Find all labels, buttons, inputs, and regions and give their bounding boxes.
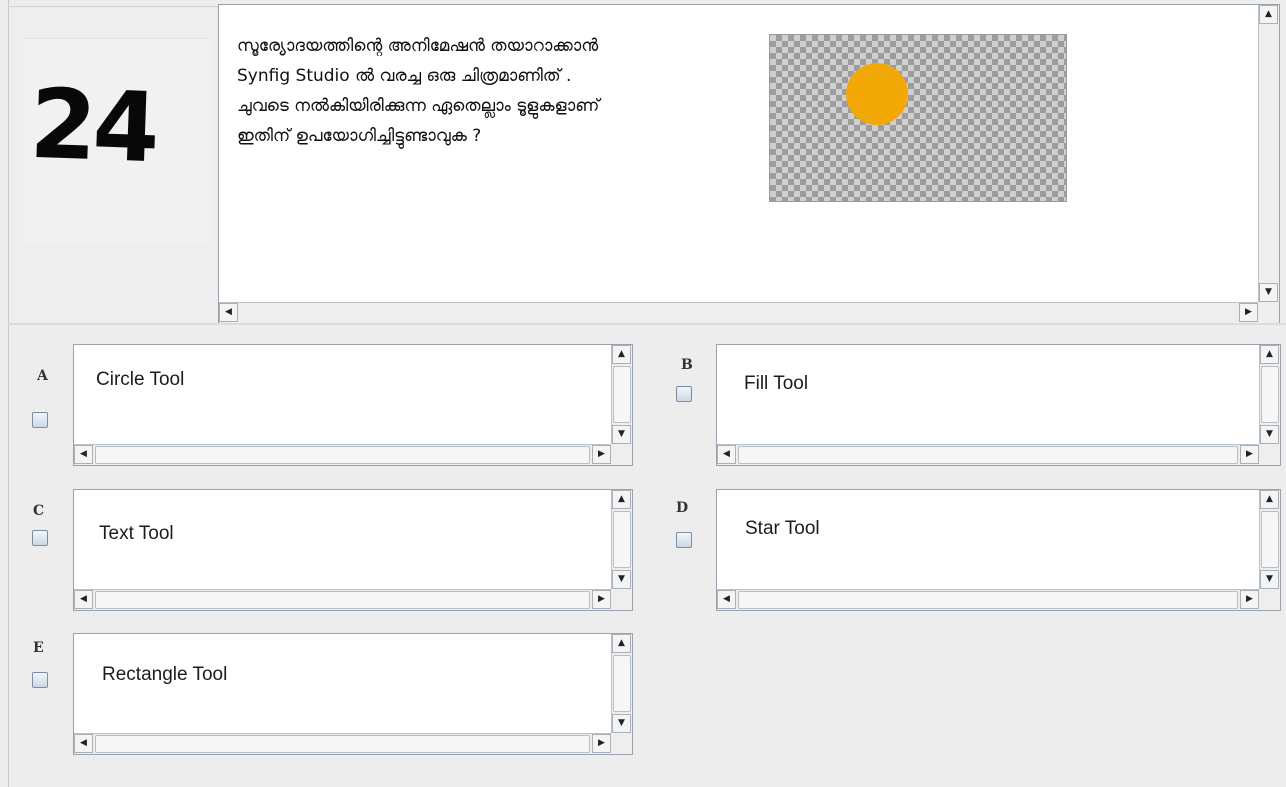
option-d-text: Star Tool (745, 518, 820, 539)
scroll-right-arrow-icon[interactable]: ▶ (1239, 303, 1258, 322)
scroll-down-arrow-icon[interactable]: ▼ (612, 714, 631, 733)
scroll-left-arrow-icon[interactable]: ◀ (74, 590, 93, 609)
scroll-right-arrow-icon[interactable]: ▶ (592, 445, 611, 464)
scroll-down-arrow-icon[interactable]: ▼ (1260, 425, 1279, 444)
scrollpane-corner (1259, 444, 1280, 465)
question-image (769, 34, 1067, 202)
option-c-scrollpane[interactable]: Text Tool ▲ ▼ ◀ ▶ (73, 489, 633, 611)
option-c-letter: C (33, 503, 45, 519)
scroll-right-arrow-icon[interactable]: ▶ (592, 590, 611, 609)
option-b-checkbox[interactable] (676, 386, 692, 402)
option-e-scrollpane[interactable]: Rectangle Tool ▲ ▼ ◀ ▶ (73, 633, 633, 755)
option-e-horizontal-scrollbar[interactable]: ◀ ▶ (74, 733, 611, 754)
option-e-text: Rectangle Tool (102, 664, 228, 685)
scroll-down-arrow-icon[interactable]: ▼ (1260, 570, 1279, 589)
scroll-thumb[interactable] (613, 655, 631, 712)
scroll-up-arrow-icon[interactable]: ▲ (1260, 345, 1279, 364)
option-c-vertical-scrollbar[interactable]: ▲ ▼ (611, 490, 632, 589)
question-number: 24 (28, 67, 158, 185)
scrollpane-corner (611, 733, 632, 754)
sun-icon (846, 63, 908, 125)
option-a-scrollpane[interactable]: Circle Tool ▲ ▼ ◀ ▶ (73, 344, 633, 466)
question-line-2: Synfig Studio ൽ വരച്ച ഒരു ചിത്രമാണിത് . (237, 66, 572, 86)
scroll-left-arrow-icon[interactable]: ◀ (717, 590, 736, 609)
section-divider (8, 323, 1286, 325)
scroll-up-arrow-icon[interactable]: ▲ (612, 634, 631, 653)
scroll-right-arrow-icon[interactable]: ▶ (1240, 590, 1259, 609)
question-vertical-scrollbar[interactable]: ▲ ▼ (1258, 5, 1279, 302)
option-a-horizontal-scrollbar[interactable]: ◀ ▶ (74, 444, 611, 465)
scroll-down-arrow-icon[interactable]: ▼ (612, 570, 631, 589)
option-d-checkbox[interactable] (676, 532, 692, 548)
scrollpane-corner (1259, 589, 1280, 610)
scroll-up-arrow-icon[interactable]: ▲ (612, 345, 631, 364)
scroll-thumb[interactable] (613, 511, 631, 568)
scroll-thumb[interactable] (1261, 511, 1279, 568)
option-c-horizontal-scrollbar[interactable]: ◀ ▶ (74, 589, 611, 610)
question-line-1: സൂര്യോദയത്തിന്റെ അനിമേഷൻ തയാറാക്കാൻ (237, 36, 599, 56)
scroll-thumb[interactable] (95, 735, 590, 753)
scrollpane-corner (611, 444, 632, 465)
option-d-horizontal-scrollbar[interactable]: ◀ ▶ (717, 589, 1259, 610)
scroll-up-arrow-icon[interactable]: ▲ (1259, 5, 1278, 24)
option-a-letter: A (37, 368, 48, 384)
scroll-left-arrow-icon[interactable]: ◀ (74, 734, 93, 753)
scroll-thumb[interactable] (738, 591, 1238, 609)
question-line-3: ചുവടെ നൽകിയിരിക്കുന്ന ഏതെല്ലാം ടൂളുകളാണ് (237, 96, 600, 116)
scrollpane-corner (1258, 302, 1279, 323)
scroll-down-arrow-icon[interactable]: ▼ (612, 425, 631, 444)
option-e-vertical-scrollbar[interactable]: ▲ ▼ (611, 634, 632, 733)
scroll-left-arrow-icon[interactable]: ◀ (219, 303, 238, 322)
scroll-thumb[interactable] (613, 366, 631, 423)
option-d-vertical-scrollbar[interactable]: ▲ ▼ (1259, 490, 1280, 589)
scroll-right-arrow-icon[interactable]: ▶ (592, 734, 611, 753)
option-c-checkbox[interactable] (32, 530, 48, 546)
option-e-checkbox[interactable] (32, 672, 48, 688)
scroll-down-arrow-icon[interactable]: ▼ (1259, 283, 1278, 302)
option-a-vertical-scrollbar[interactable]: ▲ ▼ (611, 345, 632, 444)
option-e-letter: E (33, 640, 44, 656)
window-border-left (8, 0, 9, 787)
scroll-thumb[interactable] (1261, 366, 1279, 423)
question-horizontal-scrollbar[interactable]: ◀ ▶ (219, 302, 1258, 323)
scroll-thumb[interactable] (95, 591, 590, 609)
option-b-letter: B (681, 357, 693, 373)
option-b-vertical-scrollbar[interactable]: ▲ ▼ (1259, 345, 1280, 444)
scroll-up-arrow-icon[interactable]: ▲ (612, 490, 631, 509)
scroll-up-arrow-icon[interactable]: ▲ (1260, 490, 1279, 509)
option-c-text: Text Tool (99, 523, 174, 544)
question-scrollpane[interactable]: സൂര്യോദയത്തിന്റെ അനിമേഷൻ തയാറാക്കാൻ Synf… (218, 4, 1280, 324)
question-line-4: ഇതിന് ഉപയോഗിച്ചിട്ടുണ്ടാവുക ? (237, 126, 482, 146)
option-d-scrollpane[interactable]: Star Tool ▲ ▼ ◀ ▶ (716, 489, 1281, 611)
question-text: സൂര്യോദയത്തിന്റെ അനിമേഷൻ തയാറാക്കാൻ Synf… (237, 31, 757, 151)
scroll-thumb[interactable] (738, 446, 1238, 464)
option-b-text: Fill Tool (744, 373, 809, 394)
option-b-scrollpane[interactable]: Fill Tool ▲ ▼ ◀ ▶ (716, 344, 1281, 466)
scroll-left-arrow-icon[interactable]: ◀ (717, 445, 736, 464)
scroll-right-arrow-icon[interactable]: ▶ (1240, 445, 1259, 464)
option-a-checkbox[interactable] (32, 412, 48, 428)
option-a-text: Circle Tool (96, 369, 185, 390)
scroll-thumb[interactable] (95, 446, 590, 464)
option-d-letter: D (676, 500, 689, 516)
question-number-panel: 24 (10, 8, 215, 323)
option-b-horizontal-scrollbar[interactable]: ◀ ▶ (717, 444, 1259, 465)
scrollpane-corner (611, 589, 632, 610)
scroll-left-arrow-icon[interactable]: ◀ (74, 445, 93, 464)
